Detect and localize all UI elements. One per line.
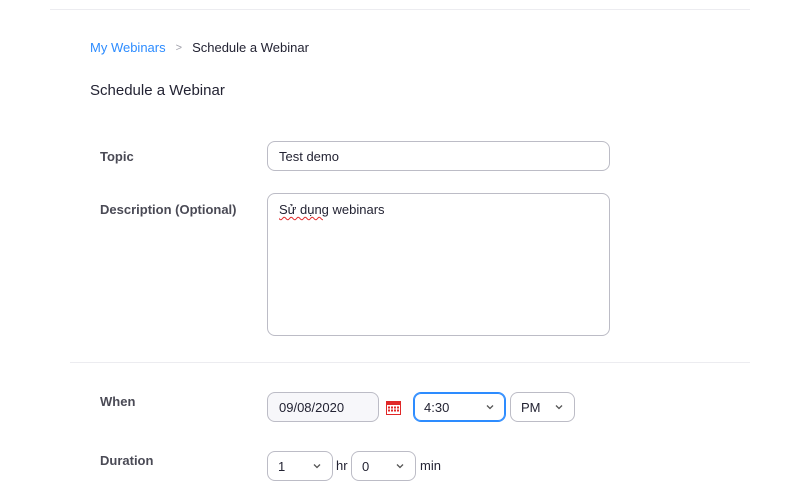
page-title: Schedule a Webinar: [90, 82, 225, 99]
breadcrumb-current: Schedule a Webinar: [192, 40, 309, 55]
duration-minutes-value: 0: [362, 458, 370, 474]
breadcrumb: My Webinars > Schedule a Webinar: [90, 40, 309, 55]
duration-hours-unit: hr: [336, 458, 348, 473]
ampm-value: PM: [521, 399, 541, 415]
when-label: When: [100, 394, 136, 409]
ampm-select[interactable]: PM: [510, 392, 575, 422]
chevron-down-icon: [555, 405, 563, 410]
chevron-down-icon: [486, 405, 494, 410]
topic-value: Test demo: [279, 148, 339, 164]
description-misspelled-word: Sử dụng: [279, 202, 329, 217]
chevron-down-icon: [313, 464, 321, 469]
date-input[interactable]: 09/08/2020: [267, 392, 379, 422]
duration-label: Duration: [100, 453, 154, 468]
duration-minutes-select[interactable]: 0: [351, 451, 416, 481]
time-value: 4:30: [424, 399, 450, 415]
time-select[interactable]: 4:30: [413, 392, 506, 422]
duration-minutes-unit: min: [420, 458, 441, 473]
description-value: Sử dụng webinars: [279, 202, 385, 217]
duration-hours-value: 1: [278, 458, 286, 474]
topic-label: Topic: [100, 149, 134, 164]
chevron-down-icon: [396, 464, 404, 469]
description-textarea[interactable]: Sử dụng webinars: [267, 193, 610, 336]
description-rest: webinars: [328, 202, 385, 217]
duration-hours-select[interactable]: 1: [267, 451, 333, 481]
description-label: Description (Optional): [100, 202, 237, 217]
top-divider: [50, 9, 750, 10]
date-value: 09/08/2020: [279, 399, 345, 415]
breadcrumb-separator: >: [175, 41, 183, 54]
section-divider: [70, 362, 750, 363]
topic-input[interactable]: Test demo: [267, 141, 610, 171]
calendar-icon[interactable]: [386, 400, 401, 415]
breadcrumb-my-webinars-link[interactable]: My Webinars: [90, 40, 166, 55]
